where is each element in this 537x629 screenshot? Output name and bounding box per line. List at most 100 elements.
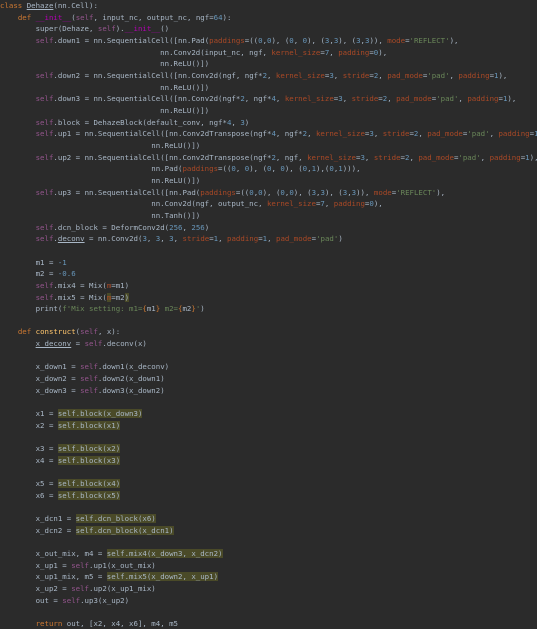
code-token: 64 [213, 12, 223, 22]
code-line[interactable]: self.down3 = nn.SequentialCell([nn.Conv2… [0, 93, 517, 104]
code-line[interactable]: x6 = self.block(x5) [0, 490, 121, 501]
code-line[interactable]: self.down2 = nn.SequentialCell([nn.Conv2… [0, 70, 508, 81]
code-token: x6 = [0, 490, 58, 500]
code-line[interactable]: nn.ReLU()]) [0, 58, 209, 69]
code-token: = nn.Conv2d( [84, 234, 143, 244]
code-token: ), ( [284, 164, 303, 174]
code-line[interactable]: class Dehaze(nn.Cell): [0, 0, 98, 11]
code-line[interactable]: self.dcn_block = DeformConv2d(256, 256) [0, 222, 210, 233]
code-token: x_down2 = [0, 374, 81, 384]
code-line[interactable]: x_out_mix, m4 = self.mix4(x_down3, x_dcn… [0, 548, 223, 559]
code-token: kernel_size [284, 94, 334, 104]
code-line[interactable]: nn.Tanh()]) [0, 210, 200, 221]
code-line[interactable]: x1 = self.block(x_down3) [0, 408, 143, 419]
code-token: stride [351, 94, 379, 104]
code-token: kernel_size [315, 129, 365, 139]
code-line[interactable]: def construct(self, x): [0, 326, 120, 337]
code-line[interactable]: x2 = self.block(x1) [0, 420, 121, 431]
code-token: mode [387, 35, 406, 45]
code-line[interactable]: x_up1_mix, m5 = self.mix5(x_down2, x_up1… [0, 571, 219, 582]
code-line[interactable]: x_down1 = self.down1(x_deconv) [0, 361, 170, 372]
code-line[interactable]: self.up1 = nn.SequentialCell([nn.Conv2dT… [0, 128, 537, 139]
code-line[interactable]: nn.Pad(paddings=((0, 0), (0, 0), (0,1),(… [0, 163, 361, 174]
code-token: stride [382, 129, 410, 139]
code-token: self.mix4(x_down3, x_dcn2) [106, 549, 223, 559]
code-token: ) [124, 292, 130, 302]
code-token: x_dcn1 = [0, 514, 76, 524]
code-token: ). [115, 24, 125, 34]
code-line[interactable]: x_up1 = self.up1(x_out_mix) [0, 560, 156, 571]
code-token: self.block(x4) [57, 479, 121, 489]
code-token: ),( [316, 164, 330, 174]
code-editor[interactable]: class Dehaze(nn.Cell): def __init__(self… [0, 0, 537, 628]
code-token: .down2(x_down1) [97, 374, 165, 384]
code-token: ): [222, 12, 232, 22]
code-token: self [80, 362, 98, 372]
code-line[interactable]: self.down1 = nn.SequentialCell([nn.Pad(p… [0, 35, 459, 46]
code-token: .down3(x_down2) [97, 385, 165, 395]
code-token: ), [378, 47, 388, 57]
code-token: , [146, 234, 156, 244]
code-line[interactable]: x_down3 = self.down3(x_down2) [0, 385, 165, 396]
code-token: )), [356, 187, 374, 197]
code-line[interactable]: return out, [x2, x4, x6], m4, m5 [0, 618, 178, 629]
code-line[interactable]: nn.ReLU()]) [0, 105, 209, 116]
code-token: pad_mode [396, 94, 432, 104]
code-token: out, [x2, x4, x6], m4, m5 [66, 618, 179, 628]
code-token: , [364, 152, 374, 162]
code-line[interactable]: self.mix5 = Mix(m=m2) [0, 292, 130, 303]
code-token: ), ( [249, 164, 268, 174]
code-line[interactable]: print(f'Mix setting: m1={m1} m2={m2}') [0, 303, 205, 314]
code-token: ), [529, 152, 537, 162]
code-token: .up1 = nn.SequentialCell([nn.Conv2dTrans… [53, 129, 272, 139]
code-line[interactable]: nn.Conv2d(input_nc, ngf, kernel_size=7, … [0, 47, 387, 58]
code-token: x_up2 = [0, 584, 72, 593]
code-token: ), ( [262, 187, 281, 197]
code-line[interactable]: x_deconv = self.deconv(x) [0, 338, 147, 349]
code-token: , input_nc, output_nc, ngf= [93, 12, 214, 22]
code-line[interactable]: x5 = self.block(x4) [0, 478, 121, 489]
code-token: self.mix5(x_down2, x_up1) [106, 572, 219, 582]
code-line[interactable]: self.block = DehazeBlock(default_conv, n… [0, 117, 250, 128]
code-line[interactable]: m2 = -0.6 [0, 268, 76, 279]
code-line[interactable]: nn.Conv2d(ngf, output_nc, kernel_size=7,… [0, 198, 382, 209]
code-token: , [342, 94, 352, 104]
code-line[interactable]: x_down2 = self.down2(x_down1) [0, 373, 165, 384]
code-line[interactable]: x4 = self.block(x3) [0, 455, 121, 466]
code-token: , [173, 234, 183, 244]
code-token: , [324, 199, 334, 209]
code-line[interactable]: super(Dehaze, self).__init__() [0, 23, 170, 34]
code-token: ) [244, 117, 250, 127]
code-line[interactable]: x_up2 = self.up2(x_up1_mix) [0, 583, 156, 594]
code-line[interactable]: self.up3 = nn.SequentialCell([nn.Pad(pad… [0, 187, 446, 198]
code-token: kernel_size [271, 47, 321, 57]
code-token: ))), [342, 164, 361, 174]
code-token: , [235, 164, 245, 174]
code-token: nn.Tanh()]) [0, 210, 201, 220]
code-token: x_up1 = [0, 560, 72, 570]
code-token: , [231, 117, 241, 127]
code-line[interactable]: out = self.up3(x_up2) [0, 595, 129, 606]
code-line[interactable]: def __init__(self, input_nc, output_nc, … [0, 12, 232, 23]
code-line[interactable]: x_dcn1 = self.dcn_block(x6) [0, 513, 156, 524]
code-token: 'pad' [467, 129, 490, 139]
code-line[interactable]: nn.ReLU()]) [0, 140, 200, 151]
code-line[interactable]: nn.ReLU()]) [0, 82, 209, 93]
code-line[interactable]: self.mix4 = Mix(m=m1) [0, 280, 129, 291]
code-line[interactable]: x_dcn2 = self.dcn_block(x_dcn1) [0, 525, 174, 536]
code-line[interactable]: nn.ReLU()]) [0, 175, 200, 186]
code-line[interactable]: x3 = self.block(x2) [0, 443, 121, 454]
code-token: .down2 = nn.SequentialCell([nn.Conv2d(ng… [53, 70, 263, 80]
code-token: =m1) [111, 280, 130, 290]
code-line[interactable]: self.up2 = nn.SequentialCell([nn.Conv2dT… [0, 152, 537, 163]
code-token: self [84, 339, 103, 349]
code-line[interactable]: self.deconv = nn.Conv2d(3, 3, 3, stride=… [0, 233, 343, 244]
code-token: self [35, 280, 54, 290]
code-line[interactable]: m1 = -1 [0, 257, 67, 268]
code-token: , [458, 94, 468, 104]
